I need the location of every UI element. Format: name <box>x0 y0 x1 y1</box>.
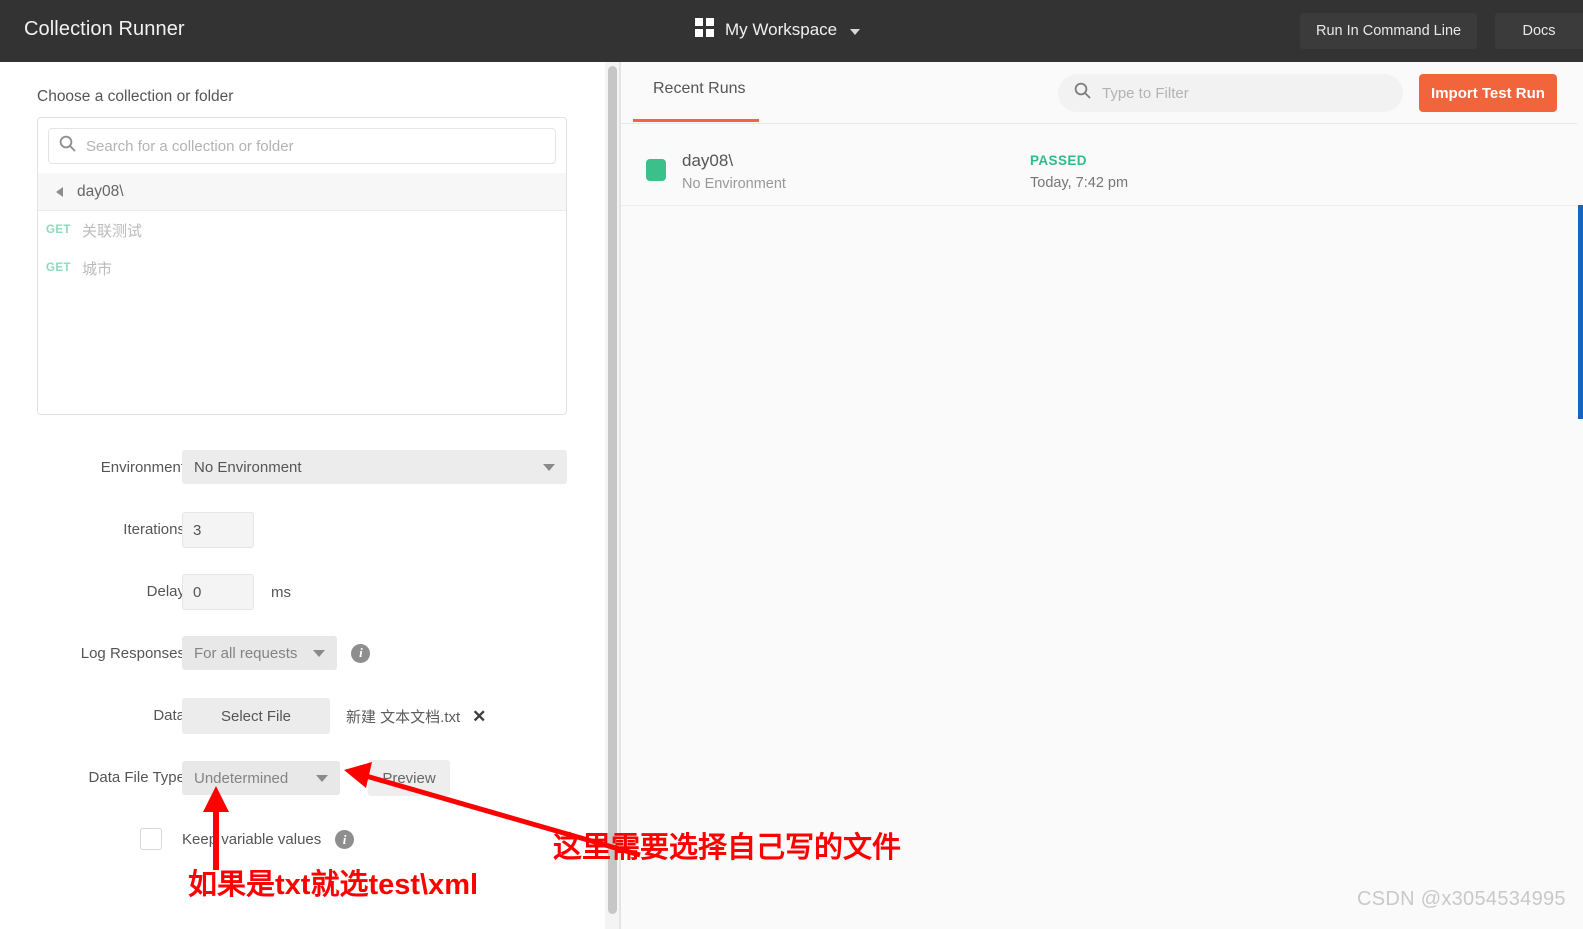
tab-active-indicator <box>633 119 759 122</box>
collection-search-input[interactable] <box>86 137 545 155</box>
run-status: PASSED <box>1030 153 1087 168</box>
right-pane: Recent Runs Import Test Run day08\ No En… <box>621 62 1577 929</box>
chevron-down-icon <box>316 774 328 782</box>
runner-settings-form: Environment No Environment Iterations De… <box>0 442 605 874</box>
left-pane: Choose a collection or folder day08\ GET… <box>0 62 605 929</box>
request-name: 城市 <box>82 260 113 278</box>
table-row[interactable]: day08\ No Environment PASSED Today, 7:42… <box>621 124 1577 206</box>
chevron-down-icon <box>543 463 555 471</box>
chevron-down-icon <box>313 649 326 657</box>
workspace-name: My Workspace <box>725 20 838 39</box>
annotation-text-left: 如果是txt就选test\xml <box>188 869 479 901</box>
select-file-button[interactable]: Select File <box>182 698 330 734</box>
page-scrollbar-track[interactable] <box>1577 62 1583 929</box>
environment-row: Environment No Environment <box>0 442 605 504</box>
environment-label: Environment <box>100 459 185 476</box>
data-file-type-label: Data File Type <box>88 769 185 786</box>
iterations-input[interactable] <box>182 512 254 548</box>
search-icon <box>1074 82 1091 104</box>
run-environment: No Environment <box>682 176 786 192</box>
environment-select[interactable]: No Environment <box>182 450 567 484</box>
delay-input[interactable] <box>182 574 254 610</box>
iterations-label: Iterations <box>123 521 185 538</box>
import-test-run-button[interactable]: Import Test Run <box>1419 74 1557 112</box>
info-icon[interactable]: i <box>335 830 354 849</box>
grid-icon <box>695 18 714 42</box>
docs-button[interactable]: Docs <box>1495 13 1583 49</box>
environment-value: No Environment <box>194 458 302 476</box>
log-responses-row: Log Responses For all requests i <box>0 628 605 690</box>
list-item[interactable]: GET 关联测试 <box>38 211 566 249</box>
keep-variable-values-checkbox[interactable] <box>140 828 162 850</box>
watermark: CSDN @x3054534995 <box>1357 888 1566 910</box>
request-name: 关联测试 <box>82 222 143 240</box>
collection-search-row[interactable] <box>48 128 556 164</box>
collection-chooser: day08\ GET 关联测试 GET 城市 <box>37 117 567 415</box>
info-icon[interactable]: i <box>351 643 371 663</box>
left-pane-scrollbar-thumb[interactable] <box>608 66 617 914</box>
delay-row: Delay ms <box>0 566 605 628</box>
request-method: GET <box>46 224 71 236</box>
request-method: GET <box>46 262 71 274</box>
log-responses-label: Log Responses <box>80 645 185 662</box>
selected-file-name: 新建 文本文档.txt <box>346 708 461 726</box>
run-time: Today, 7:42 pm <box>1030 175 1129 191</box>
close-icon[interactable]: ✕ <box>472 708 486 725</box>
annotation-text-right: 这里需要选择自己写的文件 <box>553 832 902 864</box>
status-badge <box>646 159 666 181</box>
keep-variable-values-label: Keep variable values <box>182 831 322 848</box>
tab-recent-runs[interactable]: Recent Runs <box>653 80 746 119</box>
top-bar: Collection Runner My Workspace Run In Co… <box>0 0 1583 62</box>
delay-label: Delay <box>146 583 185 600</box>
choose-collection-label: Choose a collection or folder <box>37 88 234 105</box>
caret-left-icon <box>56 186 63 197</box>
run-name: day08\ <box>682 151 734 170</box>
data-row: Data Select File 新建 文本文档.txt ✕ <box>0 690 605 752</box>
log-responses-value: For all requests <box>194 644 298 662</box>
data-file-type-row: Data File Type Undetermined Preview <box>0 752 605 814</box>
right-pane-toolbar: Recent Runs Import Test Run <box>621 62 1577 124</box>
workspace-selector[interactable]: My Workspace <box>695 18 861 42</box>
data-file-type-value: Undetermined <box>194 769 289 787</box>
log-responses-select[interactable]: For all requests <box>182 636 338 670</box>
breadcrumb[interactable]: day08\ <box>38 173 566 211</box>
breadcrumb-label: day08\ <box>77 182 124 200</box>
page-title: Collection Runner <box>24 18 185 40</box>
collection-runner-app: Collection Runner My Workspace Run In Co… <box>0 0 1583 929</box>
data-file-type-select[interactable]: Undetermined <box>182 761 340 795</box>
preview-button[interactable]: Preview <box>368 760 450 796</box>
list-item[interactable]: GET 城市 <box>38 249 566 287</box>
filter-box[interactable] <box>1058 74 1403 112</box>
page-scrollbar-thumb[interactable] <box>1578 205 1583 419</box>
search-icon <box>59 135 76 157</box>
filter-input[interactable] <box>1102 84 1387 102</box>
run-in-command-line-button[interactable]: Run In Command Line <box>1300 13 1478 49</box>
iterations-row: Iterations <box>0 504 605 566</box>
delay-unit-label: ms <box>271 583 291 601</box>
data-label: Data <box>153 707 185 724</box>
chevron-down-icon <box>850 29 861 35</box>
